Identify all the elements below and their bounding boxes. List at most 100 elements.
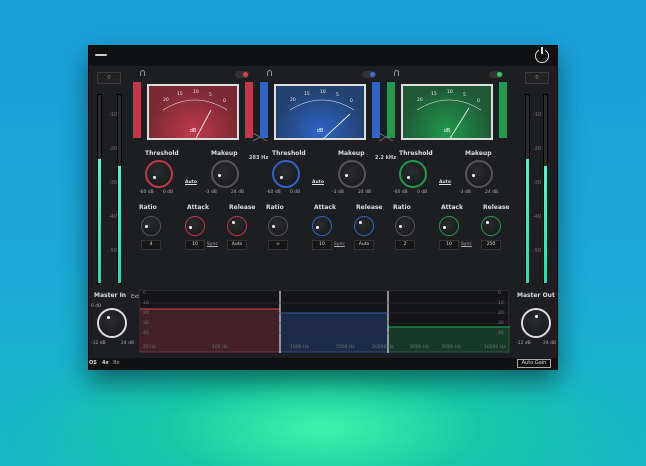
master-in-max: 24 dB [121, 341, 135, 346]
ratio-value[interactable]: 2 [395, 240, 415, 250]
meter-tick: -40 [533, 214, 542, 220]
threshold-label: Threshold [399, 150, 433, 157]
headphone-icon[interactable]: ∩ [266, 69, 278, 79]
sync-button[interactable]: Sync [207, 242, 218, 247]
footer-bar: OS 4x 8x Auto Gain [89, 358, 557, 370]
band-2: ∩ 20 15 10 5 0 dB Threshold Makeup -60 d… [258, 68, 383, 303]
band-header: ∩ [387, 68, 507, 82]
spectrum-label: 20 [498, 311, 504, 316]
oversampling-8x[interactable]: 8x [113, 360, 120, 366]
auto-makeup-button[interactable]: Auto [439, 180, 451, 185]
makeup-min: -3 dB [459, 190, 471, 195]
threshold-knob[interactable] [399, 160, 427, 188]
attack-label: Attack [314, 204, 336, 211]
ratio-knob[interactable] [141, 216, 161, 236]
attack-value[interactable]: 10 [185, 240, 205, 250]
release-knob[interactable] [481, 216, 501, 236]
band-enable-led[interactable] [235, 71, 249, 78]
release-label: Release [356, 204, 383, 211]
vu-scale-label: 5 [336, 93, 339, 98]
release-knob[interactable] [227, 216, 247, 236]
vu-unit: dB [316, 128, 324, 134]
attack-knob[interactable] [185, 216, 205, 236]
master-in-knob[interactable] [97, 308, 127, 338]
vu-meter: 20 15 10 5 0 dB [274, 84, 366, 140]
attack-knob[interactable] [312, 216, 332, 236]
meter-tick: -30 [533, 180, 542, 186]
meter-peak-readout: 0 [525, 72, 549, 84]
makeup-max: 24 dB [358, 190, 372, 195]
meter-bar-left [525, 94, 530, 284]
output-meter: 0 -10 -20 -30 -40 -50 [521, 68, 553, 288]
spectrum-label: 30 [498, 321, 504, 326]
threshold-max: 0 dB [290, 190, 301, 195]
vu-scale-label: 15 [177, 92, 183, 97]
sync-button[interactable]: Sync [461, 242, 472, 247]
band-1: ∩ 20 15 10 5 0 dB Threshold Makeup -60 d… [131, 68, 256, 303]
ratio-label: Ratio [393, 204, 411, 211]
attack-knob[interactable] [439, 216, 459, 236]
threshold-knob[interactable] [145, 160, 173, 188]
threshold-min: -60 dB [266, 190, 281, 195]
meter-tick: -10 [533, 112, 542, 118]
power-icon[interactable] [535, 47, 549, 63]
meter-tick: -10 [109, 112, 118, 118]
spectrum-label: 20000 Hz [372, 345, 394, 350]
threshold-max: 0 dB [163, 190, 174, 195]
vu-unit: dB [189, 128, 197, 134]
makeup-max: 24 dB [231, 190, 245, 195]
auto-gain-button[interactable]: Auto Gain [517, 359, 551, 368]
master-out-knob[interactable] [521, 308, 551, 338]
makeup-knob[interactable] [211, 160, 239, 188]
ratio-value[interactable]: ∞ [268, 240, 288, 250]
vu-scale-label: 15 [304, 92, 310, 97]
spectrum-label: 20 Hz [143, 345, 156, 350]
threshold-knob[interactable] [272, 160, 300, 188]
spectrum-label: 20 [143, 311, 149, 316]
attack-value[interactable]: 10 [439, 240, 459, 250]
oversampling-4x[interactable]: 4x [102, 360, 109, 366]
ratio-value[interactable]: 4 [141, 240, 161, 250]
spectrum-label: 10 [498, 301, 504, 306]
threshold-max: 0 dB [417, 190, 428, 195]
spectrum-label: 6000 Hz [442, 345, 461, 350]
sync-button[interactable]: Sync [334, 242, 345, 247]
master-in-top: 0 dB [91, 304, 102, 309]
master-out-max: 24 dB [543, 341, 557, 346]
spectrum-graph [140, 291, 510, 353]
makeup-knob[interactable] [338, 160, 366, 188]
vu-scale-label: 20 [290, 98, 296, 103]
release-value[interactable]: Auto [227, 240, 247, 250]
band-enable-led[interactable] [489, 71, 503, 78]
gain-reduction-strip [372, 82, 380, 138]
spectrum-label: 8000 Hz [410, 345, 429, 350]
attack-value[interactable]: 10 [312, 240, 332, 250]
auto-makeup-button[interactable]: Auto [312, 180, 324, 185]
spectrum-label: 0 [498, 291, 501, 296]
release-knob[interactable] [354, 216, 374, 236]
auto-makeup-button[interactable]: Auto [185, 180, 197, 185]
meter-tick: -50 [533, 248, 542, 254]
meter-tick: -20 [109, 146, 118, 152]
makeup-min: -3 dB [332, 190, 344, 195]
release-value[interactable]: Auto [354, 240, 374, 250]
ratio-knob[interactable] [395, 216, 415, 236]
vu-scale-label: 5 [463, 93, 466, 98]
meter-scale: -10 -20 -30 -40 -50 [533, 94, 545, 284]
attack-label: Attack [187, 204, 209, 211]
makeup-knob[interactable] [465, 160, 493, 188]
ratio-knob[interactable] [268, 216, 288, 236]
release-label: Release [483, 204, 510, 211]
master-in-section: Master In 0 dB -12 dB 24 dB [91, 290, 135, 350]
spectrum-label: 40 [498, 331, 504, 336]
meter-peak-readout: 0 [97, 72, 121, 84]
headphone-icon[interactable]: ∩ [393, 69, 405, 79]
compressor-plugin-window: 0 -10 -20 -30 -40 -50 0 -10 -20 -30 -40 -50 283 … [88, 45, 558, 370]
spectrum-display[interactable]: 0 10 20 30 40 0 10 20 30 40 20 Hz 100 Hz 1000 Hz 5000… [139, 290, 510, 353]
vu-scale-label: 10 [193, 90, 199, 95]
meter-tick: -50 [109, 248, 118, 254]
release-value[interactable]: 250 [481, 240, 501, 250]
band-enable-led[interactable] [362, 71, 376, 78]
spectrum-label: 30 [143, 321, 149, 326]
headphone-icon[interactable]: ∩ [139, 69, 151, 79]
